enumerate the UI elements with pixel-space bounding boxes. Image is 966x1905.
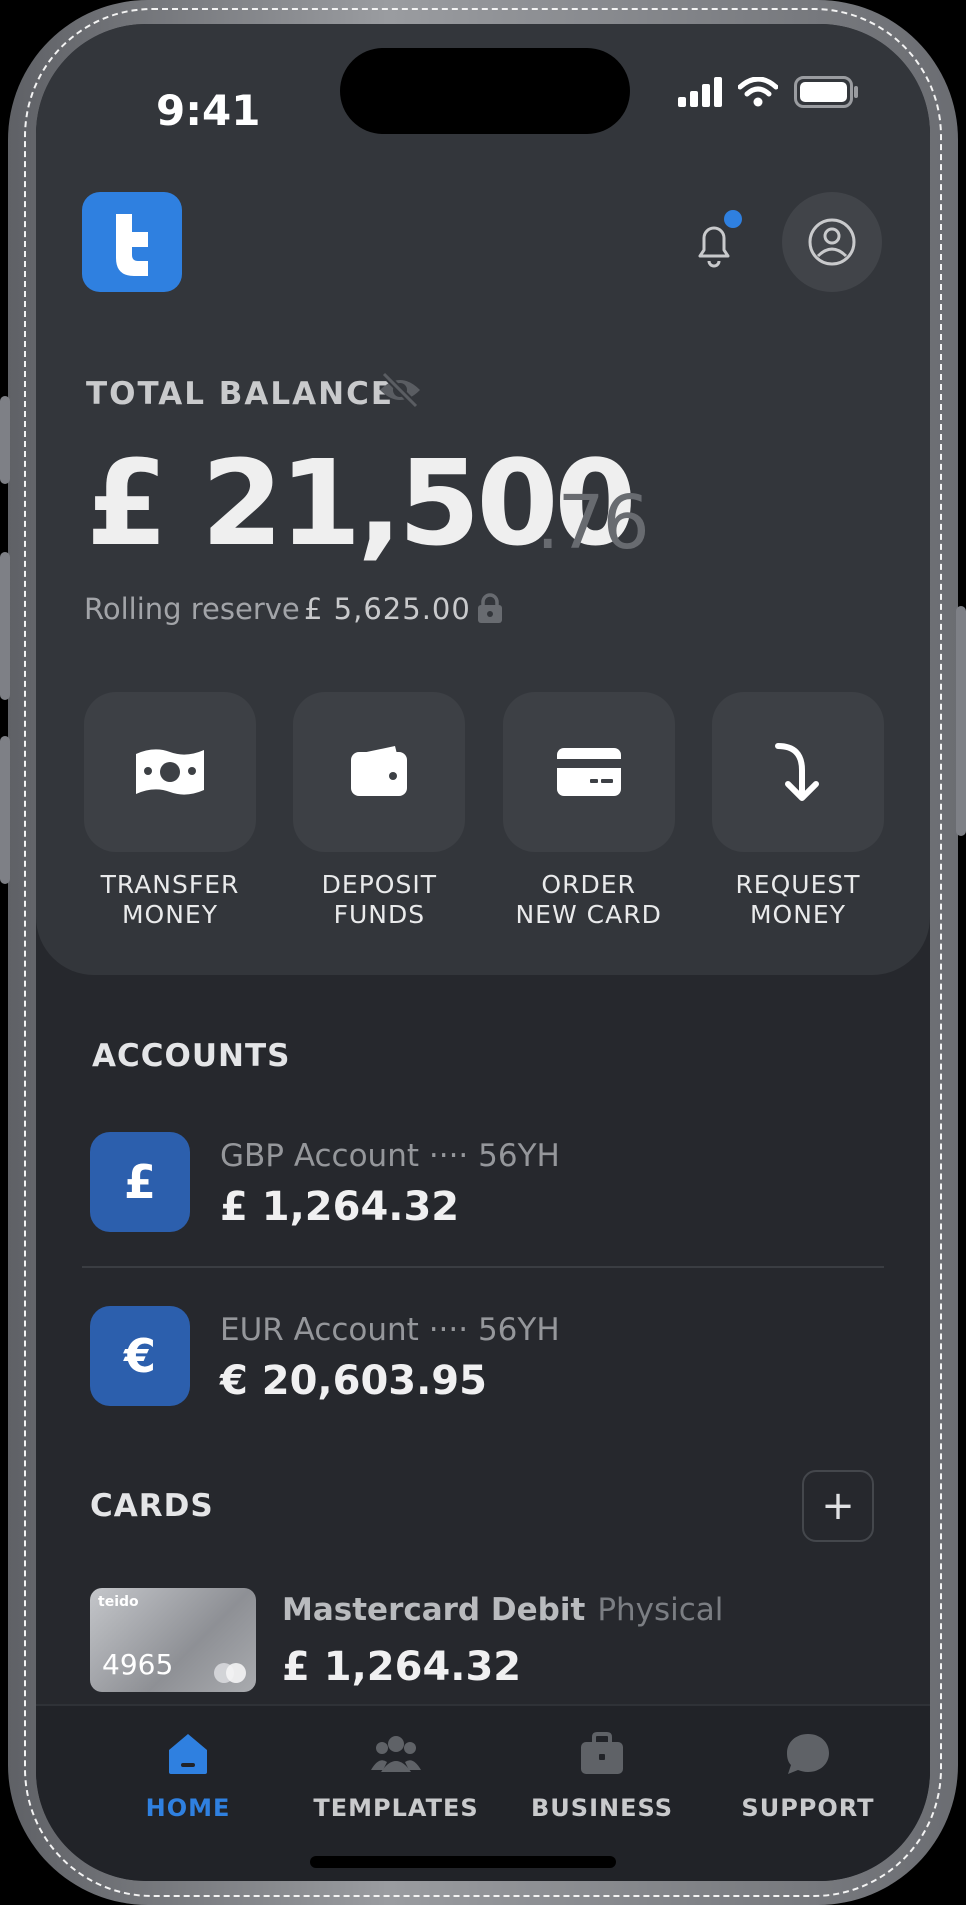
card-thumbnail[interactable]: teido 4965 bbox=[90, 1588, 256, 1692]
tab-templates[interactable]: TEMPLATES bbox=[306, 1732, 486, 1822]
total-balance-label: TOTAL BALANCE bbox=[86, 376, 395, 412]
tab-bar: HOME TEMPLATES BUSINESS SUPPORT bbox=[36, 1704, 930, 1881]
signal-icon bbox=[678, 77, 722, 107]
account-name: GBP Account ···· 56YH bbox=[220, 1138, 560, 1174]
tab-support[interactable]: SUPPORT bbox=[718, 1732, 898, 1822]
battery-icon bbox=[794, 76, 858, 108]
card-balance: £ 1,264.32 bbox=[282, 1644, 522, 1690]
account-eur[interactable]: € EUR Account ···· 56YH € 20,603.95 bbox=[90, 1306, 878, 1416]
wallet-icon bbox=[351, 746, 408, 796]
card-name-text: Mastercard Debit bbox=[282, 1592, 586, 1628]
rolling-reserve-amount: £ 5,625.00 bbox=[304, 592, 471, 626]
home-indicator bbox=[310, 1856, 616, 1868]
action-label: ORDER NEW CARD bbox=[515, 870, 662, 929]
account-balance: £ 1,264.32 bbox=[220, 1184, 460, 1230]
transfer-money-button[interactable]: TRANSFER MONEY bbox=[84, 692, 256, 930]
dynamic-island bbox=[340, 48, 630, 134]
card-name[interactable]: Mastercard Debit Physical bbox=[282, 1592, 723, 1628]
notification-dot bbox=[724, 210, 742, 228]
quick-actions: TRANSFER MONEY DEPOSIT FUNDS ORDER NEW C… bbox=[84, 692, 884, 930]
side-button-action bbox=[0, 396, 10, 484]
home-icon bbox=[169, 1734, 207, 1774]
action-label: TRANSFER MONEY bbox=[100, 870, 240, 929]
card-brand: teido bbox=[98, 1594, 139, 1610]
status-time: 9:41 bbox=[156, 86, 261, 135]
cards-heading: CARDS bbox=[90, 1488, 214, 1524]
action-label: DEPOSIT FUNDS bbox=[321, 870, 437, 929]
card-icon bbox=[556, 748, 621, 796]
tab-label: HOME bbox=[145, 1794, 231, 1822]
accounts-heading: ACCOUNTS bbox=[92, 1038, 291, 1074]
action-tile bbox=[84, 692, 256, 852]
banknote-icon bbox=[136, 749, 204, 795]
side-button-volume-up bbox=[0, 552, 10, 700]
request-money-button[interactable]: REQUEST MONEY bbox=[711, 692, 884, 930]
profile-button[interactable] bbox=[782, 192, 882, 292]
action-tile bbox=[293, 692, 466, 852]
eye-off-icon[interactable] bbox=[376, 370, 424, 414]
profile-icon bbox=[808, 218, 856, 266]
users-icon bbox=[371, 1736, 421, 1772]
lock-icon bbox=[476, 592, 504, 628]
mastercard-icon bbox=[214, 1663, 246, 1683]
status-icons bbox=[678, 76, 860, 108]
tab-business[interactable]: BUSINESS bbox=[512, 1732, 692, 1822]
pound-icon: £ bbox=[90, 1132, 190, 1232]
action-label: REQUEST MONEY bbox=[735, 870, 861, 929]
briefcase-icon bbox=[581, 1732, 623, 1774]
rolling-reserve-label: Rolling reserve bbox=[84, 592, 300, 626]
tab-label: BUSINESS bbox=[531, 1794, 673, 1822]
deposit-funds-button[interactable]: DEPOSIT FUNDS bbox=[293, 692, 466, 930]
chat-icon bbox=[787, 1734, 829, 1774]
wifi-icon bbox=[738, 77, 778, 107]
card-last4: 4965 bbox=[102, 1648, 174, 1681]
phone-screen: 9:41 TOTAL BALANCE £ 21,500 .76 Rolling … bbox=[36, 24, 930, 1881]
account-gbp[interactable]: £ GBP Account ···· 56YH £ 1,264.32 bbox=[90, 1132, 878, 1242]
arrow-down-icon bbox=[774, 743, 819, 801]
account-balance: € 20,603.95 bbox=[220, 1358, 487, 1404]
account-name: EUR Account ···· 56YH bbox=[220, 1312, 560, 1348]
side-button-volume-down bbox=[0, 736, 10, 884]
tab-home[interactable]: HOME bbox=[98, 1732, 278, 1822]
card-type: Physical bbox=[597, 1592, 724, 1628]
order-new-card-button[interactable]: ORDER NEW CARD bbox=[502, 692, 675, 930]
add-card-button[interactable]: + bbox=[802, 1470, 874, 1542]
action-tile bbox=[502, 692, 675, 852]
side-button-power bbox=[956, 606, 966, 836]
total-balance-cents: .76 bbox=[536, 480, 650, 566]
teido-logo-icon[interactable] bbox=[82, 192, 182, 292]
euro-icon: € bbox=[90, 1306, 190, 1406]
action-tile bbox=[711, 692, 884, 852]
tab-label: SUPPORT bbox=[741, 1794, 875, 1822]
tab-label: TEMPLATES bbox=[313, 1794, 479, 1822]
divider bbox=[82, 1266, 884, 1268]
